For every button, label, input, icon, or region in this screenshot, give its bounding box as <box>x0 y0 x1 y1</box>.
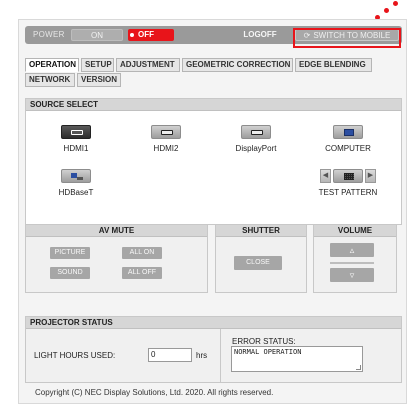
av-mute-panel: AV MUTE PICTURE ALL ON SOUND ALL OFF <box>25 224 208 293</box>
source-label: HDMI1 <box>63 144 89 153</box>
monitor-icon <box>333 125 363 139</box>
mute-picture-button[interactable]: PICTURE <box>50 247 90 259</box>
copyright-text: Copyright (C) NEC Display Solutions, Ltd… <box>35 388 274 397</box>
web-control-frame: POWER ON OFF LOGOFF ⟳ SWITCH TO MOBILE OP… <box>18 19 407 404</box>
test-pattern-control: ◀ ▶ TEST PATTERN <box>310 169 386 197</box>
power-off-button[interactable]: OFF <box>128 29 174 41</box>
source-label: COMPUTER <box>325 144 371 153</box>
displayport-icon <box>241 125 271 139</box>
network-icon <box>61 169 91 183</box>
triangle-down-icon: ▿ <box>349 270 355 280</box>
light-hours-unit: hrs <box>196 351 208 360</box>
grid-pattern-icon <box>344 173 354 180</box>
power-off-label: OFF <box>138 30 154 39</box>
tab-edge-blending[interactable]: EDGE BLENDING <box>295 58 372 72</box>
mute-all-on-button[interactable]: ALL ON <box>122 247 162 259</box>
tab-geometric-correction[interactable]: GEOMETRIC CORRECTION <box>182 58 293 72</box>
projector-status-title: PROJECTOR STATUS <box>26 317 401 329</box>
error-status-field[interactable]: NORMAL OPERATION <box>231 346 363 372</box>
source-select-panel: SOURCE SELECT HDMI1 HDMI2 DisplayPort CO… <box>25 98 402 225</box>
error-status-value: NORMAL OPERATION <box>234 348 302 356</box>
test-pattern-next-button[interactable]: ▶ <box>365 169 376 183</box>
resize-grip-icon[interactable] <box>356 365 361 370</box>
source-label: DisplayPort <box>235 144 277 153</box>
light-hours-label: LIGHT HOURS USED: <box>34 351 116 360</box>
decorative-dot <box>384 8 389 13</box>
status-divider <box>220 329 221 383</box>
test-pattern-label: TEST PATTERN <box>318 188 378 197</box>
test-pattern-button[interactable] <box>333 169 363 183</box>
tab-network[interactable]: NETWORK <box>25 73 75 87</box>
volume-panel: VOLUME ▵ ▿ <box>313 224 397 293</box>
volume-level-bar <box>330 262 374 264</box>
source-hdbaset[interactable]: HDBaseT <box>46 169 106 197</box>
source-computer[interactable]: COMPUTER <box>318 125 378 153</box>
highlight-box <box>293 28 401 48</box>
logoff-button[interactable]: LOGOFF <box>239 29 281 41</box>
shutter-close-button[interactable]: CLOSE <box>234 256 282 270</box>
tab-version[interactable]: VERSION <box>77 73 121 87</box>
source-select-title: SOURCE SELECT <box>26 99 401 111</box>
light-hours-field[interactable]: 0 <box>148 348 192 362</box>
source-label: HDBaseT <box>58 188 94 197</box>
source-hdmi2[interactable]: HDMI2 <box>136 125 196 153</box>
av-mute-title: AV MUTE <box>26 225 207 237</box>
projector-status-panel: PROJECTOR STATUS LIGHT HOURS USED: 0 hrs… <box>25 316 402 383</box>
shutter-panel: SHUTTER CLOSE <box>215 224 307 293</box>
triangle-up-icon: ▵ <box>349 245 355 255</box>
power-on-button[interactable]: ON <box>71 29 123 41</box>
volume-title: VOLUME <box>314 225 396 237</box>
mute-all-off-button[interactable]: ALL OFF <box>122 267 162 279</box>
source-displayport[interactable]: DisplayPort <box>226 125 286 153</box>
source-hdmi1[interactable]: HDMI1 <box>46 125 106 153</box>
power-status-dot-icon <box>130 33 134 37</box>
power-label: POWER <box>33 30 65 39</box>
error-status-label: ERROR STATUS: <box>232 337 296 346</box>
power-toolbar: POWER ON OFF LOGOFF ⟳ SWITCH TO MOBILE <box>25 26 402 48</box>
hdmi-port-icon <box>61 125 91 139</box>
hdmi-port-icon <box>151 125 181 139</box>
decorative-dot <box>393 1 398 6</box>
shutter-title: SHUTTER <box>216 225 306 237</box>
source-label: HDMI2 <box>153 144 179 153</box>
volume-up-button[interactable]: ▵ <box>330 243 374 257</box>
test-pattern-prev-button[interactable]: ◀ <box>320 169 331 183</box>
tab-setup[interactable]: SETUP <box>81 58 114 72</box>
volume-down-button[interactable]: ▿ <box>330 268 374 282</box>
mute-sound-button[interactable]: SOUND <box>50 267 90 279</box>
tab-adjustment[interactable]: ADJUSTMENT <box>116 58 180 72</box>
tab-operation[interactable]: OPERATION <box>25 58 79 72</box>
